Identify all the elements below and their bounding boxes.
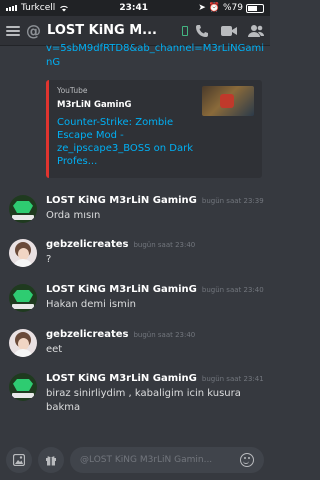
username[interactable]: gebzelicreates [46,329,128,340]
username[interactable]: LOST KiNG M3rLiN GaminG [46,373,197,384]
message-composer: @LOST KiNG M3rLiN Gamin... [0,440,270,480]
phone-icon[interactable] [194,23,210,39]
message-text: Orda mısın [46,210,101,221]
system-indicators: ➤ ⏰ %79 [198,3,264,13]
message-input[interactable]: @LOST KiNG M3rLiN Gamin... [70,447,264,473]
dm-at-icon: @ [26,21,41,40]
embed-title[interactable]: Counter-Strike: Zombie Escape Mod - ze_i… [57,116,197,168]
message-link[interactable]: v=5sbM9dfRTD8&ab_channel=M3rLiNGaminG [46,42,266,70]
clock: 23:41 [119,3,149,13]
lost-king-avatar[interactable] [9,195,37,223]
wifi-icon [60,5,69,12]
gebzelicreates-avatar[interactable] [9,329,37,357]
message-text: ? [46,254,52,265]
username[interactable]: LOST KiNG M3rLiN GaminG [46,284,197,295]
battery-percent: %79 [222,3,243,13]
status-bar: Turkcell 23:41 ➤ ⏰ %79 [0,0,270,16]
gift-icon[interactable] [38,447,64,473]
message-text: biraz sinirliydim , kabaligim icin kusur… [46,388,241,413]
lost-king-avatar[interactable] [9,284,37,312]
carrier-info: Turkcell [6,3,69,13]
lost-king-avatar[interactable] [9,373,37,401]
video-icon[interactable] [221,23,237,39]
input-placeholder: @LOST KiNG M3rLiN Gamin... [80,455,213,465]
gebzelicreates-avatar[interactable] [9,239,37,267]
youtube-embed: YouTube M3rLiN GaminG Counter-Strike: Zo… [46,80,262,178]
members-icon[interactable] [248,23,264,39]
alarm-icon: ⏰ [208,3,220,13]
username[interactable]: LOST KiNG M3rLiN GaminG [46,195,197,206]
timestamp: bugün saat 23:40 [133,331,196,339]
channel-title[interactable]: LOST KiNG M... [47,23,176,38]
battery-icon [245,3,264,13]
location-icon: ➤ [198,3,206,13]
timestamp: bugün saat 23:41 [201,375,264,383]
timestamp: bugün saat 23:40 [201,286,264,294]
signal-icon [6,5,17,11]
mobile-status-icon [182,25,188,36]
username[interactable]: gebzelicreates [46,239,128,250]
message-text: Hakan demi ismin [46,299,136,310]
message-text: eet [46,344,63,355]
carrier-name: Turkcell [21,3,56,13]
timestamp: bugün saat 23:40 [133,241,196,249]
timestamp: bugün saat 23:39 [201,197,264,205]
image-icon[interactable] [6,447,32,473]
video-thumbnail[interactable] [202,86,254,116]
menu-icon[interactable] [6,25,20,36]
emoji-icon[interactable] [240,453,254,467]
